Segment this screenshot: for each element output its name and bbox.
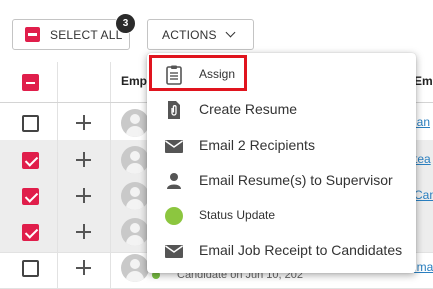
avatar [121, 109, 149, 137]
menu-item-label: Email Resume(s) to Supervisor [199, 172, 393, 188]
select-all-button[interactable]: SELECT ALL [12, 19, 130, 50]
assign-highlight-box [149, 55, 247, 91]
row-checkbox[interactable] [22, 115, 39, 132]
row-checkbox[interactable] [22, 224, 39, 241]
avatar [121, 182, 149, 210]
expand-plus-icon[interactable] [76, 224, 91, 239]
avatar [121, 218, 149, 246]
resume-attach-icon [168, 101, 180, 119]
expand-plus-icon[interactable] [76, 152, 91, 167]
avatar [121, 146, 149, 174]
menu-item-label: Status Update [199, 208, 276, 222]
actions-menu: Assign Create Resume Email 2 Recipients … [147, 53, 416, 273]
envelope-icon [165, 140, 183, 153]
row-checkbox[interactable] [22, 260, 39, 277]
header-select-checkbox[interactable] [22, 74, 39, 91]
menu-item-label: Email Job Receipt to Candidates [199, 242, 403, 258]
expand-plus-icon[interactable] [76, 115, 91, 130]
menu-item-email-job-receipt[interactable]: Email Job Receipt to Candidates [147, 233, 416, 267]
expand-plus-icon[interactable] [76, 260, 91, 275]
row-link[interactable]: Can [414, 188, 433, 202]
menu-item-create-resume[interactable]: Create Resume [147, 92, 416, 126]
row-checkbox[interactable] [22, 152, 39, 169]
column-header-right[interactable]: Em [414, 74, 433, 88]
selected-count-badge: 3 [115, 13, 136, 34]
avatar [121, 254, 149, 282]
actions-label: ACTIONS [162, 27, 217, 42]
menu-item-status-update[interactable]: Status Update [147, 198, 416, 232]
row-checkbox[interactable] [22, 188, 39, 205]
expand-plus-icon[interactable] [76, 188, 91, 203]
menu-item-email-recipients[interactable]: Email 2 Recipients [147, 128, 416, 162]
menu-item-label: Email 2 Recipients [199, 137, 315, 153]
menu-item-email-resume-supervisor[interactable]: Email Resume(s) to Supervisor [147, 163, 416, 197]
green-status-dot-icon [165, 207, 183, 225]
person-icon [167, 173, 181, 189]
actions-dropdown-button[interactable]: ACTIONS [147, 19, 254, 50]
select-all-label: SELECT ALL [50, 27, 123, 42]
select-all-checkbox-icon [25, 27, 40, 42]
menu-item-label: Create Resume [199, 101, 298, 117]
chevron-down-icon [225, 27, 236, 38]
row-link[interactable]: ima [414, 260, 433, 274]
row-link[interactable]: lan [414, 115, 430, 129]
envelope-icon [165, 245, 183, 258]
row-link[interactable]: tea [414, 152, 431, 166]
column-header-employee[interactable]: Emp [121, 74, 147, 88]
